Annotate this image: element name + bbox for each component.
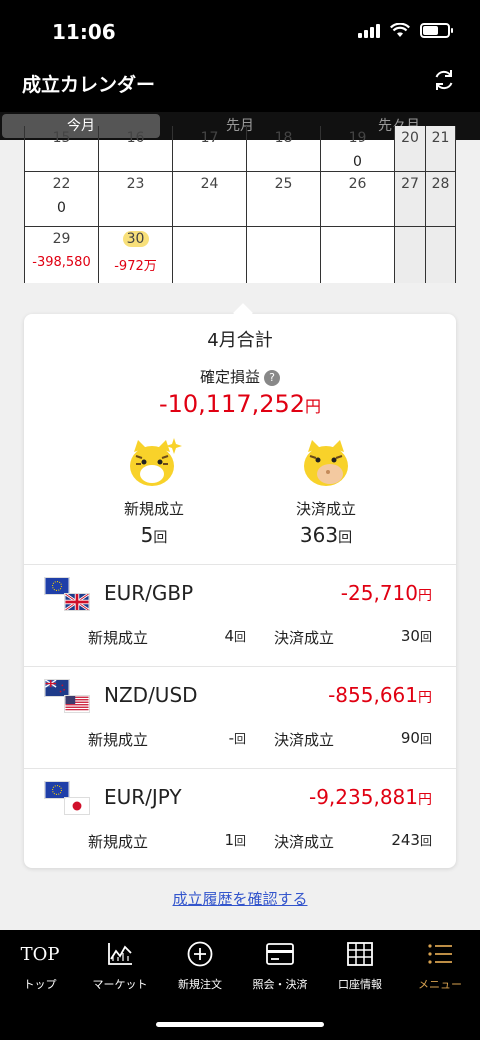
pair-pl: -855,661円 — [328, 683, 432, 707]
pair-close-count: 90回 — [400, 729, 432, 747]
calendar-day[interactable]: 15 — [24, 126, 98, 171]
pair-new-label: 新規成立 — [88, 731, 149, 749]
flag-pair-icon — [44, 577, 92, 613]
japan-flag-icon — [64, 797, 90, 815]
grid-table-icon — [347, 942, 373, 966]
page-title: 成立カレンダー — [22, 74, 156, 96]
home-indicator — [156, 1022, 324, 1027]
pair-pl: -25,710円 — [340, 581, 432, 605]
status-icons — [358, 22, 453, 38]
bottom-nav: TOP トップ マーケット 新規注文 照会・決済 口座情報 メニュー — [0, 930, 480, 1040]
us-flag-icon — [64, 695, 90, 713]
calendar-day[interactable]: 29 -398,580 — [24, 227, 98, 283]
pair-name: EUR/GBP — [104, 581, 194, 605]
trade-history-link[interactable]: 成立履歴を確認する — [0, 888, 480, 909]
nav-inquiry-settlement[interactable]: 照会・決済 — [240, 940, 320, 992]
battery-icon — [420, 22, 453, 38]
monthly-summary-card: 4月合計 確定損益? -10,117,252円 新規成立 5回 決済成立 363… — [24, 314, 456, 868]
calendar-day[interactable]: 25 — [246, 172, 320, 226]
help-icon[interactable]: ? — [264, 369, 280, 386]
pair-name: NZD/USD — [104, 683, 198, 707]
pair-new-count: 4回 — [224, 627, 246, 645]
pair-close-label: 決済成立 — [274, 731, 335, 749]
calendar-day-empty — [172, 227, 246, 283]
calendar-day[interactable]: 18 — [246, 126, 320, 171]
calendar-week: 29 -398,580 30 -972万 — [24, 227, 456, 283]
uk-flag-icon — [64, 593, 90, 611]
calendar-week: 15 16 17 18 19 0 20 21 — [24, 126, 456, 172]
header: 11:06 成立カレンダー 今月 先月 先々月 — [0, 0, 480, 140]
calendar-day-empty — [246, 227, 320, 283]
new-orders-count: 5回 — [140, 523, 168, 547]
pair-new-label: 新規成立 — [88, 629, 149, 647]
calendar-day-weekend[interactable]: 27 — [394, 172, 425, 226]
nav-new-order[interactable]: 新規注文 — [160, 940, 240, 992]
calendar-day-weekend[interactable]: 21 — [425, 126, 456, 171]
top-icon: TOP — [20, 943, 60, 965]
calendar-day-weekend[interactable]: 28 — [425, 172, 456, 226]
pair-close-label: 決済成立 — [274, 629, 335, 647]
flag-pair-icon — [44, 679, 92, 715]
nav-label: マーケット — [92, 978, 148, 991]
refresh-icon[interactable] — [430, 66, 458, 94]
calendar-week: 22 0 23 24 25 26 27 28 — [24, 172, 456, 227]
new-orders-stat: 新規成立 5回 — [94, 434, 214, 547]
calendar-day[interactable]: 19 0 — [320, 126, 394, 171]
wifi-icon — [390, 22, 410, 37]
nav-account-info[interactable]: 口座情報 — [320, 940, 400, 992]
nav-top[interactable]: TOP トップ — [0, 940, 80, 992]
calendar-day-weekend[interactable]: 20 — [394, 126, 425, 171]
calendar-day[interactable]: 23 — [98, 172, 172, 226]
pair-new-count: 1回 — [224, 831, 246, 849]
calendar-day[interactable]: 26 — [320, 172, 394, 226]
card-icon — [266, 943, 294, 965]
calendar-grid: 15 16 17 18 19 0 20 21 22 0 23 24 25 26 27… — [24, 126, 456, 283]
nav-label: トップ — [23, 978, 57, 991]
pair-name: EUR/JPY — [104, 785, 182, 809]
currency-pair-list: EUR/GBP -25,710円 新規成立 4回 決済成立 30回 NZD/US… — [24, 564, 456, 870]
closed-orders-label: 決済成立 — [295, 500, 356, 518]
nav-market[interactable]: マーケット — [80, 940, 160, 992]
tiger-mascot-icon — [304, 440, 348, 486]
calendar-day-today[interactable]: 30 -972万 — [98, 227, 172, 283]
calendar-day[interactable]: 16 — [98, 126, 172, 171]
tiger-mascot-icon — [130, 438, 182, 486]
pair-close-label: 決済成立 — [274, 833, 335, 851]
calendar-day[interactable]: 22 0 — [24, 172, 98, 226]
calendar-day-empty — [425, 227, 456, 283]
chart-icon — [108, 943, 132, 965]
today-marker: 30 — [122, 231, 149, 247]
closed-orders-count: 363回 — [299, 523, 353, 547]
flag-pair-icon — [44, 781, 92, 817]
currency-pair-row[interactable]: EUR/GBP -25,710円 新規成立 4回 決済成立 30回 — [24, 564, 456, 666]
calendar-day-empty — [394, 227, 425, 283]
menu-list-icon — [428, 944, 452, 964]
calendar-day-empty — [320, 227, 394, 283]
pair-pl: -9,235,881円 — [308, 785, 432, 809]
currency-pair-row[interactable]: NZD/USD -855,661円 新規成立 -回 決済成立 90回 — [24, 666, 456, 768]
signal-icon — [358, 22, 380, 38]
nav-label: メニュー — [418, 978, 462, 991]
pair-close-count: 30回 — [400, 627, 432, 645]
nav-menu[interactable]: メニュー — [400, 940, 480, 992]
realized-pl-label: 確定損益? — [24, 366, 456, 387]
closed-orders-stat: 決済成立 363回 — [266, 434, 386, 547]
calendar-day[interactable]: 17 — [172, 126, 246, 171]
nav-label: 口座情報 — [338, 978, 382, 991]
plus-circle-icon — [187, 941, 213, 967]
summary-title: 4月合計 — [207, 330, 273, 351]
currency-pair-row[interactable]: EUR/JPY -9,235,881円 新規成立 1回 決済成立 243回 — [24, 768, 456, 870]
nav-label: 新規注文 — [178, 978, 222, 991]
pair-new-label: 新規成立 — [88, 833, 149, 851]
status-time: 11:06 — [52, 20, 116, 44]
pair-close-count: 243回 — [391, 831, 432, 849]
calendar-day[interactable]: 24 — [172, 172, 246, 226]
realized-pl-value: -10,117,252円 — [158, 390, 322, 418]
new-orders-label: 新規成立 — [123, 500, 184, 518]
nav-label: 照会・決済 — [252, 978, 308, 991]
pair-new-count: -回 — [228, 729, 246, 747]
